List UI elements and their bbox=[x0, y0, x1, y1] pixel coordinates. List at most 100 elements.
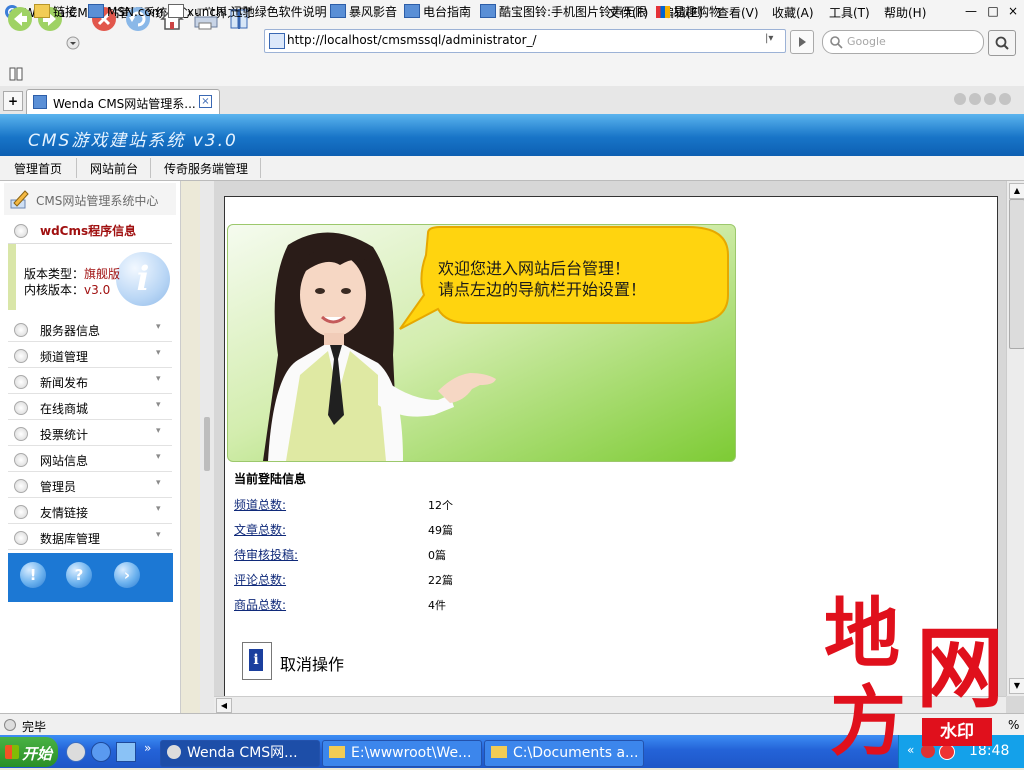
quicklaunch-expand-icon[interactable]: » bbox=[144, 741, 151, 755]
collapse-circle-icon bbox=[14, 224, 28, 238]
tab-close-all-icon[interactable] bbox=[999, 93, 1011, 105]
topnav-legend-server[interactable]: 传奇服务端管理 bbox=[164, 160, 248, 177]
stat-comment-count-link[interactable]: 评论总数: bbox=[234, 571, 286, 588]
windows-logo-icon bbox=[5, 745, 19, 759]
new-tab-button[interactable]: + bbox=[3, 91, 23, 111]
start-button[interactable]: 开始 bbox=[0, 737, 58, 767]
favorite-links[interactable]: 链接 bbox=[34, 4, 77, 20]
tab-minimize-icon[interactable] bbox=[969, 93, 981, 105]
tab-active[interactable]: Wenda CMS网站管理系... × bbox=[26, 89, 220, 115]
favorite-baofeng[interactable]: 暴风影音 bbox=[330, 4, 397, 20]
topnav-divider bbox=[76, 158, 77, 178]
expand-circle-icon bbox=[14, 505, 28, 519]
scroll-thumb[interactable] bbox=[1009, 199, 1024, 349]
go-button[interactable] bbox=[790, 30, 814, 54]
favorite-radio[interactable]: 电台指南 bbox=[404, 4, 471, 20]
play-icon bbox=[799, 37, 806, 47]
scroll-up-icon[interactable]: ▲ bbox=[1009, 183, 1024, 199]
kernel-version: 内核版本：v3.0 bbox=[24, 283, 111, 297]
expand-circle-icon bbox=[14, 323, 28, 337]
chevron-down-icon: ▾ bbox=[156, 530, 161, 540]
menu-favorites[interactable]: 收藏(A) bbox=[772, 4, 814, 21]
ie-page-icon bbox=[480, 4, 496, 18]
chevron-down-icon: ▾ bbox=[156, 322, 161, 332]
menu-tools[interactable]: 工具(T) bbox=[829, 4, 870, 21]
expand-circle-icon bbox=[14, 453, 28, 467]
dropdown-icon[interactable] bbox=[66, 36, 80, 50]
ie-page-icon bbox=[330, 4, 346, 18]
status-text: 完毕 bbox=[22, 720, 47, 734]
expand-circle-icon bbox=[14, 427, 28, 441]
cms-logo-title: CMS游戏建站系统 v3.0 bbox=[28, 131, 238, 151]
sidebar-item-links[interactable]: 友情链接 ▾ bbox=[8, 499, 172, 524]
sidebar-item-server-info[interactable]: 服务器信息 ▾ bbox=[8, 317, 172, 342]
favorite-kubao[interactable]: 酷宝图铃:手机图片铃声无限 bbox=[480, 4, 647, 20]
address-bar[interactable]: http://localhost/cmsmssql/administrator_… bbox=[264, 29, 786, 53]
quicklaunch-browser-icon[interactable] bbox=[66, 742, 86, 762]
search-placeholder: Google bbox=[847, 35, 886, 48]
search-engine-icon bbox=[830, 36, 843, 49]
frame-splitter[interactable] bbox=[200, 181, 214, 713]
quicklaunch-desktop-icon[interactable] bbox=[116, 742, 136, 762]
expand-circle-icon bbox=[14, 531, 28, 545]
watermark-char-2: 方 bbox=[830, 677, 906, 766]
menu-view[interactable]: 查看(V) bbox=[717, 4, 759, 21]
ie-page-icon bbox=[404, 4, 420, 18]
sidebar-item-admin[interactable]: 管理员 ▾ bbox=[8, 473, 172, 498]
quicklaunch-ie-icon[interactable] bbox=[91, 742, 111, 762]
chevron-down-icon: ▾ bbox=[156, 504, 161, 514]
taskbar-button-browser[interactable]: Wenda CMS网... bbox=[160, 740, 320, 767]
taskbar-button-folder-wwwroot[interactable]: E:\wwwroot\We... bbox=[322, 740, 482, 767]
info-accent-bar bbox=[8, 244, 16, 310]
search-button[interactable] bbox=[988, 30, 1016, 56]
tab-list-icon[interactable] bbox=[954, 93, 966, 105]
topnav-site-front[interactable]: 网站前台 bbox=[90, 160, 138, 177]
folder-task-icon bbox=[491, 746, 507, 758]
address-dropdown-icon[interactable]: |▾ bbox=[765, 33, 773, 44]
pencil-icon bbox=[10, 190, 29, 209]
stat-product-count-link[interactable]: 商品总数: bbox=[234, 596, 286, 613]
sidebar-item-channel[interactable]: 频道管理 ▾ bbox=[8, 343, 172, 368]
sidebar-bottom-panel: ! ? › bbox=[8, 553, 173, 602]
minimize-button[interactable]: — bbox=[962, 3, 980, 19]
search-icon bbox=[995, 36, 1009, 50]
splitter-grip[interactable] bbox=[204, 417, 210, 471]
tab-restore-icon[interactable] bbox=[984, 93, 996, 105]
sidebar-item-site-info[interactable]: 网站信息 ▾ bbox=[8, 447, 172, 472]
stat-article-count-link[interactable]: 文章总数: bbox=[234, 521, 286, 538]
close-button[interactable]: × bbox=[1004, 3, 1022, 19]
start-label: 开始 bbox=[22, 745, 53, 763]
sidebar-item-shop[interactable]: 在线商城 ▾ bbox=[8, 395, 172, 420]
tab-label: Wenda CMS网站管理系... bbox=[53, 97, 196, 111]
sidebar-item-vote[interactable]: 投票统计 ▾ bbox=[8, 421, 172, 446]
folder-icon bbox=[34, 4, 50, 18]
tab-close-icon[interactable]: × bbox=[199, 95, 212, 108]
stat-pending-count-link[interactable]: 待审核投稿: bbox=[234, 546, 298, 563]
favorite-msn[interactable]: MSN.com bbox=[88, 4, 163, 20]
address-url[interactable]: http://localhost/cmsmssql/administrator_… bbox=[287, 33, 537, 47]
back-icon[interactable] bbox=[6, 5, 34, 33]
next-icon[interactable]: › bbox=[114, 562, 140, 588]
stat-channel-count-value: 12个 bbox=[428, 499, 453, 512]
program-info-header[interactable]: wdCms程序信息 bbox=[8, 217, 172, 244]
topnav-admin-home[interactable]: 管理首页 bbox=[14, 160, 62, 177]
alert-icon[interactable]: ! bbox=[20, 562, 46, 588]
menu-help[interactable]: 帮助(H) bbox=[884, 4, 926, 21]
favorite-eachnet[interactable]: 易趣购物 bbox=[656, 4, 721, 20]
sidebar-item-news[interactable]: 新闻发布 ▾ bbox=[8, 369, 172, 394]
scroll-left-icon[interactable]: ◀ bbox=[216, 698, 232, 713]
cancel-operation-link[interactable]: 取消操作 bbox=[280, 651, 344, 675]
help-icon[interactable]: ? bbox=[66, 562, 92, 588]
login-info-title: 当前登陆信息 bbox=[234, 472, 307, 486]
search-box[interactable]: Google bbox=[822, 30, 984, 54]
folder-task-icon bbox=[329, 746, 345, 758]
favorites-book-icon[interactable] bbox=[8, 66, 24, 82]
maximize-button[interactable]: □ bbox=[984, 3, 1002, 19]
sidebar-header: CMS网站管理系统中心 bbox=[4, 183, 176, 215]
info-document-icon[interactable]: i bbox=[242, 642, 272, 680]
sidebar-item-database[interactable]: 数据库管理 ▾ bbox=[8, 525, 172, 550]
favorite-xunchi[interactable]: xunchi 迅驰绿色软件说明 bbox=[168, 4, 327, 20]
taskbar-button-folder-documents[interactable]: C:\Documents a... bbox=[484, 740, 644, 767]
stat-channel-count-link[interactable]: 频道总数: bbox=[234, 496, 286, 513]
stat-pending-count-value: 0篇 bbox=[428, 549, 446, 562]
